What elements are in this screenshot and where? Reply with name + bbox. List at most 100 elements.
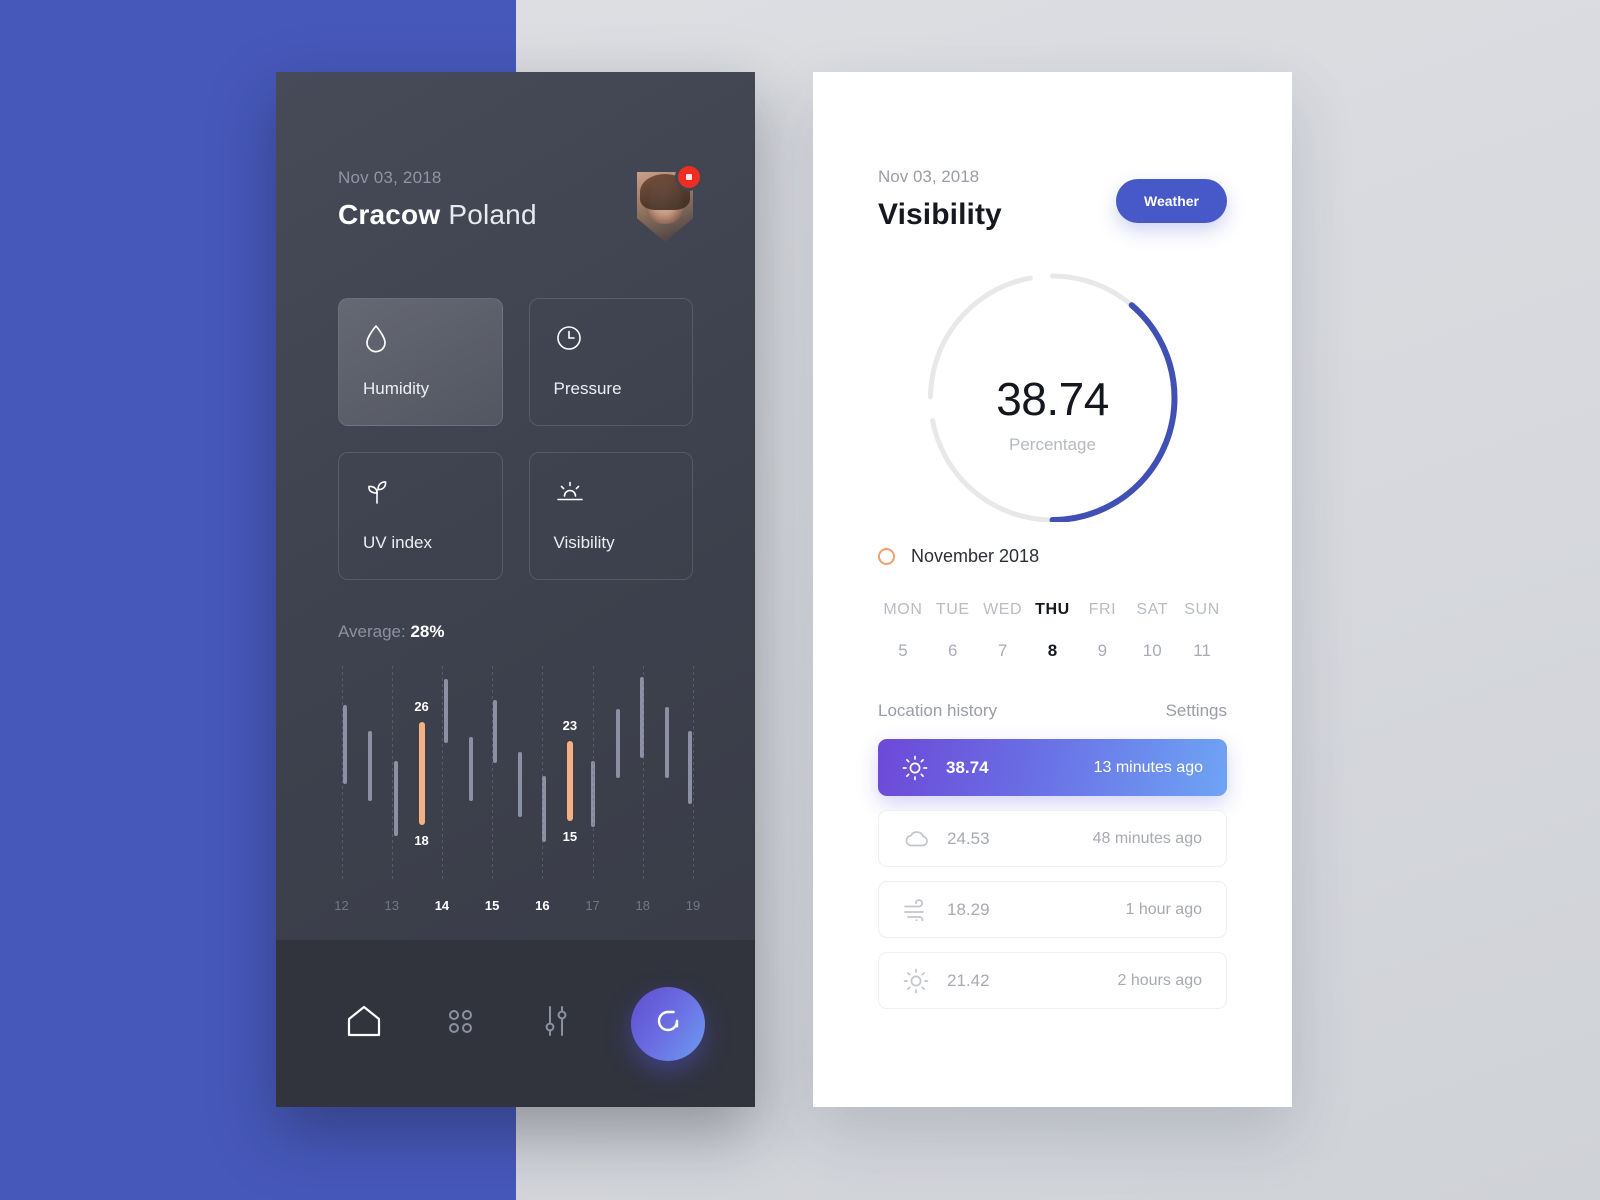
chart-gridline: [391, 666, 393, 881]
tile-humidity[interactable]: Humidity: [338, 298, 503, 426]
tile-label: Pressure: [553, 379, 622, 398]
average-label: Average:: [338, 622, 406, 641]
chart-gridline: [642, 666, 644, 881]
chart-bar: [688, 730, 693, 804]
chart-x-tick: 12: [334, 898, 349, 913]
wind-icon: [903, 898, 937, 921]
metric-tiles: Humidity Pressure UV index Visibility: [338, 298, 693, 580]
refresh-fab-button[interactable]: [631, 986, 705, 1061]
gauge-unit-label: Percentage: [1009, 435, 1096, 454]
location-history-value: 38.74: [946, 757, 989, 777]
city-name: Cracow: [338, 199, 441, 230]
calendar-dow-label: SAT: [1136, 601, 1169, 618]
gauge-center-text: 38.74 Percentage: [878, 372, 1227, 455]
location-history-row[interactable]: 21.42 2 hours ago: [878, 952, 1227, 1009]
calendar-date-cell[interactable]: 7: [978, 619, 1028, 661]
home-icon: [343, 1002, 385, 1045]
bottom-nav: [276, 940, 755, 1107]
tile-label: Visibility: [553, 533, 615, 552]
week-calendar: MON TUE WED THU FRI SAT SUN 5 6 7 8 9 10 11: [878, 601, 1227, 661]
calendar-dow-label: TUE: [935, 601, 970, 618]
location-history-header: Location history Settings: [878, 701, 1227, 721]
calendar-number-row: 5 6 7 8 9 10 11: [878, 619, 1227, 661]
sun-icon: [902, 755, 936, 781]
location-history-list: 38.74 13 minutes ago 24.53 48 minutes ago 18…: [878, 739, 1227, 1009]
page-title: Cracow Poland: [338, 199, 537, 231]
chart-bar-high-label: 26: [414, 698, 429, 714]
calendar-dow-label: WED: [983, 601, 1023, 618]
location-history-timestamp: 13 minutes ago: [1093, 758, 1203, 776]
chart-bar-low-label: 18: [414, 833, 429, 849]
light-phone-screen: Nov 03, 2018 Visibility Weather 38.74 Pe…: [813, 72, 1292, 1107]
calendar-dow-label: MON: [883, 601, 923, 618]
droplet-icon: [363, 323, 478, 357]
calendar-date-cell[interactable]: 6: [928, 619, 978, 661]
calendar-day-cell[interactable]: WED: [978, 601, 1028, 619]
country-name: Poland: [448, 199, 537, 230]
chart-bar-high-label: 23: [562, 718, 578, 734]
settings-link[interactable]: Settings: [1166, 701, 1227, 721]
chart-gridline: [592, 666, 594, 881]
avatar-wrapper[interactable]: [637, 166, 700, 242]
calendar-dow-label: THU: [1035, 601, 1070, 618]
chart-plot-area: 26 18 23 15: [338, 666, 694, 881]
calendar-day-cell[interactable]: SUN: [1177, 601, 1227, 619]
chart-gridline: [492, 666, 494, 881]
calendar-day-cell[interactable]: SAT: [1127, 601, 1177, 619]
clock-icon: [554, 323, 669, 357]
light-header: Nov 03, 2018 Visibility Weather: [878, 167, 1227, 232]
chart-bar: [517, 752, 522, 817]
tile-pressure[interactable]: Pressure: [528, 298, 693, 426]
chart-bar: [468, 736, 473, 802]
dark-header: Nov 03, 2018 Cracow Poland: [338, 166, 700, 242]
location-history-timestamp: 2 hours ago: [1117, 971, 1202, 989]
tile-uv-index[interactable]: UV index: [338, 452, 503, 580]
calendar-day-cell[interactable]: TUE: [928, 601, 978, 619]
calendar-date-cell[interactable]: 9: [1077, 619, 1127, 661]
light-page-title: Visibility: [878, 198, 1002, 231]
month-dot-icon: [878, 548, 895, 565]
calendar-day-cell[interactable]: MON: [878, 601, 928, 619]
grid-dots-icon: [443, 1004, 477, 1043]
location-history-timestamp: 1 hour ago: [1125, 900, 1202, 918]
nav-item-home[interactable]: [316, 1002, 412, 1045]
calendar-date-cell[interactable]: 11: [1177, 619, 1227, 661]
range-bar-chart: 26 18 23 15 12 13 14 15 16 17 18 19: [334, 666, 700, 924]
tile-visibility[interactable]: Visibility: [528, 452, 693, 580]
calendar-date-label: 5: [898, 641, 908, 660]
weather-pill-button[interactable]: Weather: [1116, 179, 1227, 223]
location-history-row-active[interactable]: 38.74 13 minutes ago: [878, 739, 1227, 796]
tile-label: Humidity: [363, 379, 430, 398]
calendar-date-cell[interactable]: 10: [1127, 619, 1177, 661]
location-history-title: Location history: [878, 701, 998, 720]
calendar-day-cell[interactable]: FRI: [1077, 601, 1127, 619]
chart-x-tick: 16: [535, 898, 550, 913]
location-history-value: 21.42: [947, 970, 990, 990]
location-history-row[interactable]: 24.53 48 minutes ago: [878, 810, 1227, 867]
chart-bar-highlight: [566, 741, 573, 821]
chart-gridline: [542, 666, 544, 881]
refresh-icon: [651, 1004, 685, 1043]
calendar-date-cell[interactable]: 5: [878, 619, 928, 661]
location-history-row[interactable]: 18.29 1 hour ago: [878, 881, 1227, 938]
cloud-icon: [903, 828, 937, 850]
nav-item-apps[interactable]: [412, 1004, 508, 1043]
sunrise-icon: [554, 477, 669, 511]
chart-x-tick: 17: [585, 898, 600, 913]
chart-gridline: [441, 666, 443, 881]
calendar-date-cell[interactable]: 8: [1028, 619, 1078, 661]
calendar-dow-label: SUN: [1184, 601, 1220, 618]
chart-x-tick: 14: [434, 898, 450, 913]
sprout-icon: [363, 477, 478, 511]
chart-x-tick: 15: [484, 898, 500, 913]
sun-icon: [903, 968, 937, 994]
calendar-day-cell[interactable]: THU: [1028, 601, 1078, 619]
month-selector[interactable]: November 2018: [878, 546, 1227, 567]
chart-x-axis: 12 13 14 15 16 17 18 19: [334, 898, 700, 920]
calendar-date-label: 7: [997, 641, 1008, 660]
tile-label: UV index: [363, 533, 432, 552]
nav-item-settings[interactable]: [508, 1003, 604, 1044]
chart-gridline: [341, 666, 343, 881]
light-date: Nov 03, 2018: [878, 167, 980, 186]
notification-badge-icon: [678, 166, 700, 188]
